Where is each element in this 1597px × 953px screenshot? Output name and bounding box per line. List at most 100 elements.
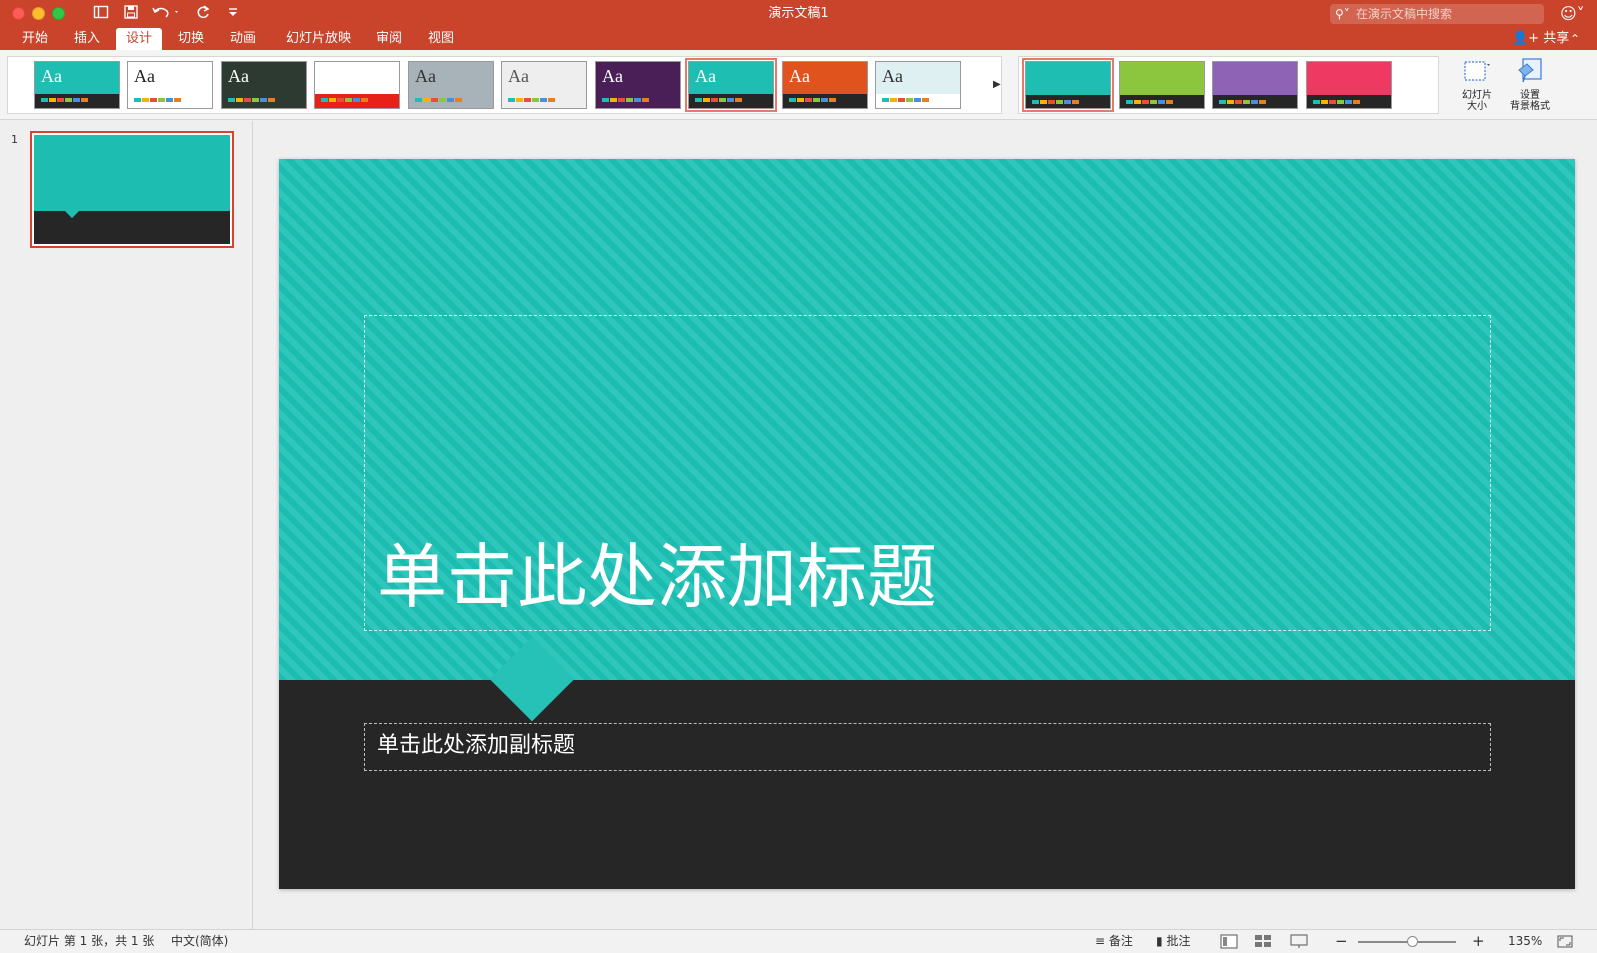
theme-thumbnail[interactable]: Aa <box>875 61 961 109</box>
variant-thumbnail[interactable] <box>1306 61 1392 109</box>
slide-thumbnail[interactable] <box>30 131 234 248</box>
theme-thumbnail-selected[interactable]: Aa <box>685 58 777 112</box>
color-swatch <box>1337 100 1344 104</box>
notes-icon: ≡ <box>1095 934 1106 948</box>
color-swatch <box>1353 100 1360 104</box>
color-swatch <box>268 98 275 102</box>
color-swatch <box>727 98 734 102</box>
color-swatch <box>898 98 905 102</box>
title-placeholder-text: 单击此处添加标题 <box>377 540 937 617</box>
theme-thumbnail[interactable]: Aa <box>595 61 681 109</box>
theme-thumbnail[interactable]: Aa <box>314 61 400 109</box>
language-status[interactable]: 中文(简体) <box>171 930 228 953</box>
zoom-out-icon[interactable]: − <box>1335 930 1348 953</box>
slide-count-status: 幻灯片 第 1 张，共 1 张 <box>24 934 155 948</box>
color-swatch <box>1158 100 1165 104</box>
color-swatch <box>41 98 48 102</box>
undo-icon[interactable] <box>150 4 182 24</box>
save-icon[interactable] <box>122 4 140 24</box>
slide-size-button[interactable]: 幻灯片 大小 <box>1452 56 1502 114</box>
color-swatch <box>337 98 344 102</box>
color-swatch <box>57 98 64 102</box>
color-swatch <box>431 98 438 102</box>
color-swatch <box>634 98 641 102</box>
theme-color-swatches <box>415 98 462 102</box>
color-swatch <box>142 98 149 102</box>
color-swatch <box>548 98 555 102</box>
gallery-more-arrow-icon[interactable]: ▶ <box>993 79 1001 90</box>
fit-to-window-icon[interactable] <box>1556 934 1574 949</box>
color-swatch <box>906 98 913 102</box>
share-button[interactable]: 👤+ 共享 <box>1512 28 1569 50</box>
color-swatch <box>1321 100 1328 104</box>
theme-thumbnail[interactable]: Aa <box>127 61 213 109</box>
theme-thumbnail[interactable]: Aa <box>782 61 868 109</box>
minimize-window-button[interactable] <box>32 7 45 20</box>
tab-view[interactable]: 视图 <box>418 28 464 50</box>
color-swatch <box>65 98 72 102</box>
variant-thumbnail[interactable] <box>1119 61 1205 109</box>
tab-home[interactable]: 开始 <box>12 28 58 50</box>
subtitle-placeholder[interactable]: 单击此处添加副标题 <box>364 723 1491 771</box>
variant-thumbnail-selected[interactable] <box>1022 58 1114 112</box>
tab-animations[interactable]: 动画 <box>220 28 266 50</box>
variant-thumbnail[interactable] <box>1212 61 1298 109</box>
maximize-window-button[interactable] <box>52 7 65 20</box>
color-swatch <box>914 98 921 102</box>
format-background-label: 设置 背景格式 <box>1510 90 1550 112</box>
color-swatch <box>1150 100 1157 104</box>
color-swatch <box>789 98 796 102</box>
slide-size-icon <box>1464 61 1490 81</box>
zoom-slider-handle[interactable] <box>1407 936 1418 947</box>
color-swatch <box>922 98 929 102</box>
theme-thumbnail[interactable]: Aa <box>34 61 120 109</box>
theme-thumbnail[interactable]: Aa <box>501 61 587 109</box>
comments-button[interactable]: ▮ 批注 <box>1156 930 1190 953</box>
status-bar: 幻灯片 第 1 张，共 1 张 中文(简体) ≡ 备注 ▮ 批注 − + 135… <box>0 929 1597 953</box>
color-swatch <box>1259 100 1266 104</box>
theme-sample-text: Aa <box>228 66 249 86</box>
thumbnail-dark-band <box>34 211 230 244</box>
color-swatch <box>252 98 259 102</box>
tab-transitions[interactable]: 切换 <box>168 28 214 50</box>
slide-sorter-view-icon[interactable] <box>1254 934 1272 949</box>
format-background-button[interactable]: 设置 背景格式 <box>1505 56 1555 114</box>
title-placeholder[interactable]: 单击此处添加标题 <box>364 315 1491 631</box>
zoom-in-icon[interactable]: + <box>1472 930 1485 953</box>
zoom-level[interactable]: 135% <box>1508 930 1542 953</box>
feedback-smiley-icon[interactable]: ☺˅ <box>1560 4 1585 23</box>
theme-thumbnail[interactable]: Aa <box>221 61 307 109</box>
variant-color-swatches <box>1032 100 1079 104</box>
theme-thumbnail[interactable]: Aa <box>408 61 494 109</box>
comments-label: 批注 <box>1166 934 1191 948</box>
collapse-ribbon-icon[interactable]: ⌃ <box>1570 28 1580 50</box>
slide-canvas[interactable]: 单击此处添加标题 单击此处添加副标题 <box>279 159 1575 889</box>
theme-gallery: Aa Aa Aa Aa Aa Aa Aa Aa Aa Aa ▶ <box>7 56 1002 114</box>
theme-color-swatches <box>134 98 181 102</box>
presenter-view-icon[interactable] <box>1290 934 1308 949</box>
color-swatch <box>423 98 430 102</box>
tab-design[interactable]: 设计 <box>116 28 163 50</box>
search-input[interactable]: ⚲˅ 在演示文稿中搜索 <box>1330 4 1544 24</box>
color-swatch <box>353 98 360 102</box>
color-swatch <box>73 98 80 102</box>
search-placeholder: 在演示文稿中搜索 <box>1356 7 1453 21</box>
normal-view-icon[interactable] <box>1220 934 1238 949</box>
color-swatch <box>1142 100 1149 104</box>
slide-number: 1 <box>11 133 18 146</box>
color-swatch <box>439 98 446 102</box>
tab-slideshow[interactable]: 幻灯片放映 <box>276 28 361 50</box>
color-swatch <box>532 98 539 102</box>
tab-insert[interactable]: 插入 <box>64 28 110 50</box>
redo-icon[interactable] <box>194 4 212 24</box>
color-swatch <box>1243 100 1250 104</box>
color-swatch <box>719 98 726 102</box>
sidebar-toggle-icon[interactable] <box>92 4 110 24</box>
theme-color-swatches <box>695 98 742 102</box>
notes-button[interactable]: ≡ 备注 <box>1095 930 1133 953</box>
tab-review[interactable]: 审阅 <box>366 28 412 50</box>
color-swatch <box>642 98 649 102</box>
close-window-button[interactable] <box>12 7 25 20</box>
color-swatch <box>626 98 633 102</box>
customize-toolbar-icon[interactable] <box>224 4 242 24</box>
